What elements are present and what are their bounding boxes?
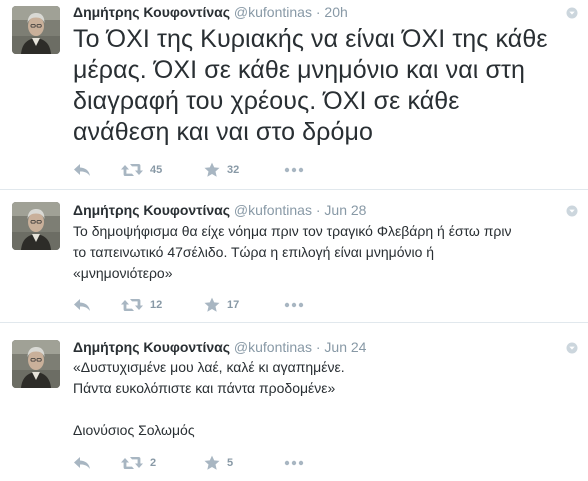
reply-button[interactable] — [73, 455, 91, 471]
star-icon — [204, 297, 220, 313]
retweet-icon — [121, 297, 143, 313]
favorite-count: 32 — [227, 164, 240, 176]
author-handle[interactable]: @kufontinas — [234, 202, 312, 218]
tweet-text: Το ΌΧΙ της Κυριακής να είναι ΌΧΙ της κάθ… — [73, 24, 548, 148]
author-name[interactable]: Δημήτρης Κουφοντίνας — [73, 339, 230, 355]
retweet-count: 2 — [150, 457, 157, 469]
tweet-header: Δημήτρης Κουφοντίνας @kufontinas · 20h — [73, 4, 348, 20]
tweet-text: «Δυστυχισμένε μου λαέ, καλέ κι αγαπημένε… — [73, 357, 345, 441]
tweet[interactable]: Δημήτρης Κουφοντίνας @kufontinas · Jun 2… — [0, 190, 588, 323]
tweet-text-line: Το ΌΧΙ της Κυριακής να είναι ΌΧΙ της κάθ… — [73, 25, 548, 53]
favorite-button[interactable]: 17 — [204, 297, 239, 313]
chevron-down-icon[interactable] — [566, 7, 578, 19]
tweet-header: Δημήτρης Κουφοντίνας @kufontinas · Jun 2… — [73, 339, 366, 355]
tweet-text-line: Το δημοψήφισμα θα είχε νόημα πριν τον τρ… — [73, 223, 512, 239]
tweet-text-line: «Δυστυχισμένε μου λαέ, καλέ κι αγαπημένε… — [73, 359, 345, 375]
chevron-down-icon[interactable] — [566, 205, 578, 217]
retweet-button[interactable]: 45 — [121, 162, 162, 178]
favorite-button[interactable]: 32 — [204, 162, 239, 178]
author-handle[interactable]: @kufontinas — [234, 339, 312, 355]
retweet-button[interactable]: 2 — [121, 455, 156, 471]
tweet-text-line: το ταπεινωτικό 47σέλιδο. Τώρα η επιλογή … — [73, 244, 435, 260]
more-icon — [284, 167, 304, 173]
star-icon — [204, 162, 220, 178]
retweet-button[interactable]: 12 — [121, 297, 162, 313]
tweet-text-line: «μνημονιότερο» — [73, 265, 173, 281]
timestamp[interactable]: Jun 28 — [324, 202, 366, 218]
more-button[interactable] — [284, 297, 304, 313]
avatar-image — [12, 340, 60, 388]
tweet-header: Δημήτρης Κουφοντίνας @kufontinas · Jun 2… — [73, 202, 366, 218]
author-name[interactable]: Δημήτρης Κουφοντίνας — [73, 202, 230, 218]
tweet[interactable]: Δημήτρης Κουφοντίνας @kufontinas · Jun 2… — [0, 323, 588, 481]
tweet-text-line: διαγραφή του χρέους. ΌΧΙ σε κάθε — [73, 87, 460, 115]
reply-button[interactable] — [73, 162, 91, 178]
avatar[interactable] — [12, 340, 60, 388]
retweet-icon — [121, 162, 143, 178]
retweet-icon — [121, 455, 143, 471]
more-icon — [284, 460, 304, 466]
favorite-count: 17 — [227, 299, 240, 311]
author-handle[interactable]: @kufontinas — [234, 4, 312, 20]
separator: · — [315, 4, 321, 20]
author-name[interactable]: Δημήτρης Κουφοντίνας — [73, 4, 230, 20]
retweet-count: 12 — [150, 299, 163, 311]
timestamp[interactable]: Jun 24 — [324, 339, 366, 355]
tweet-text-line — [73, 399, 345, 420]
separator: · — [315, 202, 321, 218]
reply-icon — [73, 455, 91, 471]
tweet-text-line: μέρας. ΌΧΙ σε κάθε μνημόνιο και ναι στη — [73, 56, 525, 84]
reply-icon — [73, 162, 91, 178]
tweet-text-line: ανάθεση και ναι στο δρόμο — [73, 118, 373, 146]
timestamp[interactable]: 20h — [324, 4, 347, 20]
retweet-count: 45 — [150, 164, 163, 176]
reply-icon — [73, 297, 91, 313]
tweet-text: Το δημοψήφισμα θα είχε νόημα πριν τον τρ… — [73, 221, 511, 284]
avatar-image — [12, 202, 60, 250]
more-button[interactable] — [284, 455, 304, 471]
chevron-down-icon[interactable] — [566, 342, 578, 354]
tweet-text-line: Πάντα ευκολόπιστε και πάντα προδομένε» — [73, 380, 336, 396]
separator: · — [315, 339, 321, 355]
more-button[interactable] — [284, 162, 304, 178]
avatar[interactable] — [12, 202, 60, 250]
reply-button[interactable] — [73, 297, 91, 313]
tweet-text-line: Διονύσιος Σολωμός — [73, 422, 195, 438]
favorite-button[interactable]: 5 — [204, 455, 233, 471]
favorite-count: 5 — [227, 457, 234, 469]
avatar-image — [12, 6, 60, 54]
avatar[interactable] — [12, 6, 60, 54]
tweet[interactable]: Δημήτρης Κουφοντίνας @kufontinas · 20h Τ… — [0, 0, 588, 190]
star-icon — [204, 455, 220, 471]
more-icon — [284, 302, 304, 308]
